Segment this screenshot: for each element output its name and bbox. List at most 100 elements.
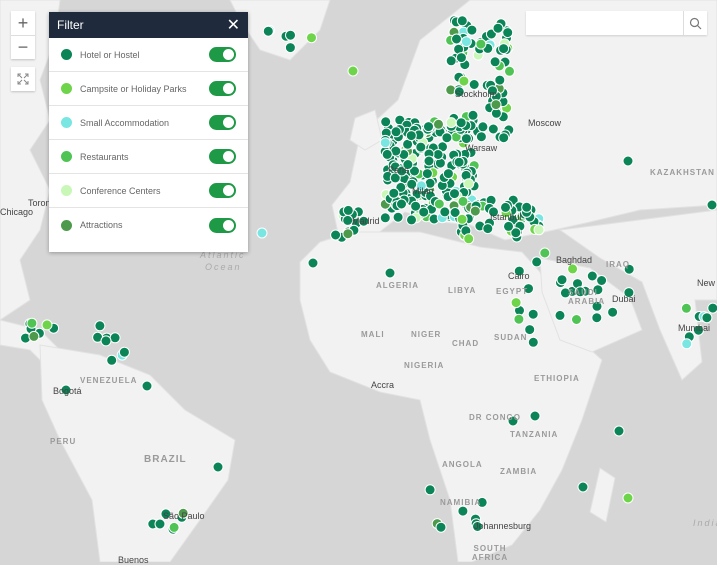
- close-icon[interactable]: ✕: [227, 15, 240, 35]
- location-marker[interactable]: [42, 320, 52, 330]
- location-marker[interactable]: [213, 462, 223, 472]
- location-marker[interactable]: [530, 411, 540, 421]
- location-marker[interactable]: [503, 28, 513, 38]
- location-marker[interactable]: [119, 347, 129, 357]
- location-marker[interactable]: [464, 234, 474, 244]
- location-marker[interactable]: [348, 66, 358, 76]
- location-marker[interactable]: [381, 117, 391, 127]
- location-marker[interactable]: [488, 124, 498, 134]
- location-marker[interactable]: [587, 271, 597, 281]
- location-marker[interactable]: [614, 426, 624, 436]
- location-marker[interactable]: [528, 309, 538, 319]
- location-marker[interactable]: [555, 310, 565, 320]
- location-marker[interactable]: [411, 201, 421, 211]
- location-marker[interactable]: [454, 157, 464, 167]
- location-marker[interactable]: [504, 221, 514, 231]
- location-marker[interactable]: [708, 303, 717, 313]
- location-marker[interactable]: [380, 213, 390, 223]
- location-marker[interactable]: [107, 355, 117, 365]
- location-marker[interactable]: [27, 318, 37, 328]
- location-marker[interactable]: [440, 207, 450, 217]
- fullscreen-button[interactable]: [11, 67, 35, 91]
- location-marker[interactable]: [476, 39, 486, 49]
- location-marker[interactable]: [393, 212, 403, 222]
- filter-toggle[interactable]: [209, 183, 236, 198]
- location-marker[interactable]: [436, 522, 446, 532]
- location-marker[interactable]: [461, 37, 471, 47]
- location-marker[interactable]: [592, 313, 602, 323]
- location-marker[interactable]: [623, 493, 633, 503]
- search-button[interactable]: [683, 11, 707, 35]
- location-marker[interactable]: [308, 258, 318, 268]
- location-marker[interactable]: [29, 331, 39, 341]
- location-marker[interactable]: [511, 298, 521, 308]
- location-marker[interactable]: [331, 230, 341, 240]
- location-marker[interactable]: [443, 169, 453, 179]
- location-marker[interactable]: [391, 127, 401, 137]
- location-marker[interactable]: [263, 26, 273, 36]
- location-marker[interactable]: [397, 199, 407, 209]
- location-marker[interactable]: [540, 248, 550, 258]
- location-marker[interactable]: [424, 156, 434, 166]
- location-marker[interactable]: [385, 268, 395, 278]
- location-marker[interactable]: [532, 257, 542, 267]
- location-marker[interactable]: [490, 57, 500, 67]
- location-marker[interactable]: [499, 133, 509, 143]
- location-marker[interactable]: [406, 131, 416, 141]
- location-marker[interactable]: [468, 110, 478, 120]
- location-marker[interactable]: [491, 100, 501, 110]
- location-marker[interactable]: [572, 315, 582, 325]
- zoom-in-button[interactable]: +: [11, 11, 35, 35]
- location-marker[interactable]: [416, 142, 426, 152]
- location-marker[interactable]: [101, 336, 111, 346]
- location-marker[interactable]: [493, 23, 503, 33]
- location-marker[interactable]: [702, 313, 712, 323]
- filter-toggle[interactable]: [209, 149, 236, 164]
- search-input[interactable]: [526, 11, 683, 35]
- location-marker[interactable]: [483, 224, 493, 234]
- location-marker[interactable]: [343, 229, 353, 239]
- location-marker[interactable]: [682, 339, 692, 349]
- location-marker[interactable]: [343, 205, 353, 215]
- location-marker[interactable]: [681, 303, 691, 313]
- location-marker[interactable]: [422, 169, 432, 179]
- location-marker[interactable]: [568, 264, 578, 274]
- zoom-out-button[interactable]: −: [11, 35, 35, 59]
- location-marker[interactable]: [434, 119, 444, 129]
- location-marker[interactable]: [169, 522, 179, 532]
- location-marker[interactable]: [623, 156, 633, 166]
- location-marker[interactable]: [142, 381, 152, 391]
- location-marker[interactable]: [499, 44, 509, 54]
- location-marker[interactable]: [470, 206, 480, 216]
- location-marker[interactable]: [456, 118, 466, 128]
- location-marker[interactable]: [285, 43, 295, 53]
- location-marker[interactable]: [424, 122, 434, 132]
- location-marker[interactable]: [382, 149, 392, 159]
- location-marker[interactable]: [528, 337, 538, 347]
- location-marker[interactable]: [464, 179, 474, 189]
- location-marker[interactable]: [476, 132, 486, 142]
- location-marker[interactable]: [110, 333, 120, 343]
- location-marker[interactable]: [307, 33, 317, 43]
- location-marker[interactable]: [257, 228, 267, 238]
- location-marker[interactable]: [95, 321, 105, 331]
- location-marker[interactable]: [456, 53, 466, 63]
- location-marker[interactable]: [505, 66, 515, 76]
- filter-toggle[interactable]: [209, 115, 236, 130]
- location-marker[interactable]: [501, 202, 511, 212]
- location-marker[interactable]: [450, 189, 460, 199]
- location-marker[interactable]: [514, 314, 524, 324]
- location-marker[interactable]: [458, 196, 468, 206]
- location-marker[interactable]: [495, 75, 505, 85]
- location-marker[interactable]: [534, 225, 544, 235]
- location-marker[interactable]: [407, 215, 417, 225]
- location-marker[interactable]: [578, 482, 588, 492]
- filter-toggle[interactable]: [209, 81, 236, 96]
- location-marker[interactable]: [522, 202, 532, 212]
- filter-toggle[interactable]: [209, 218, 236, 233]
- location-marker[interactable]: [458, 506, 468, 516]
- location-marker[interactable]: [608, 307, 618, 317]
- location-marker[interactable]: [433, 150, 443, 160]
- location-marker[interactable]: [457, 214, 467, 224]
- location-marker[interactable]: [425, 485, 435, 495]
